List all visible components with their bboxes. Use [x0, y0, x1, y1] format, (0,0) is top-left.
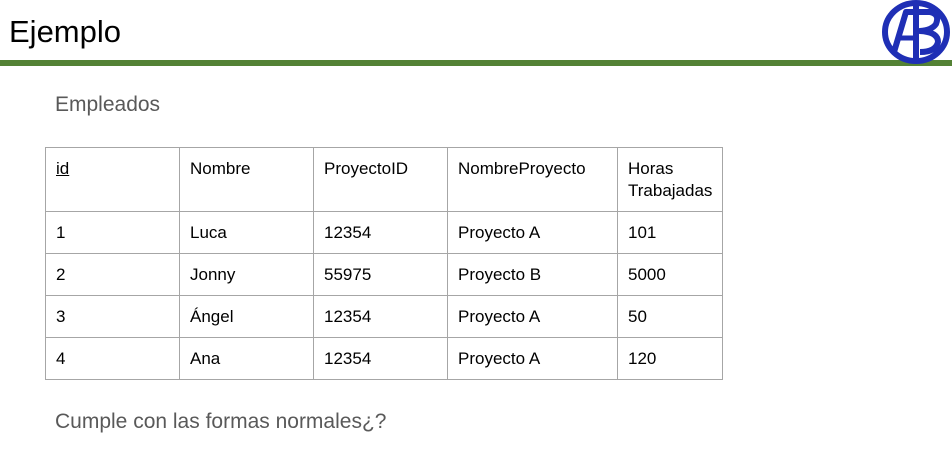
cell-proyectoid: 12354: [313, 295, 448, 338]
header-nombre: Nombre: [179, 147, 314, 212]
cell-nombreproyecto: Proyecto A: [447, 211, 618, 254]
table-row: 1 Luca 12354 Proyecto A 101: [45, 211, 724, 254]
cell-nombre: Luca: [179, 211, 314, 254]
cell-horas: 5000: [616, 253, 724, 296]
header-id-label: id: [56, 159, 70, 178]
cell-id: 2: [45, 253, 180, 296]
section-heading: Empleados: [55, 93, 161, 116]
cell-nombre: Ana: [179, 337, 314, 380]
cell-nombreproyecto: Proyecto A: [447, 337, 618, 380]
cell-horas: 101: [616, 211, 724, 254]
employees-table: id Nombre ProyectoID NombreProyecto Hora…: [45, 147, 724, 380]
table-row: 3 Ángel 12354 Proyecto A 50: [45, 295, 724, 338]
cell-nombre: Jonny: [179, 253, 314, 296]
cell-proyectoid: 12354: [313, 337, 448, 380]
employees-table-wrap: id Nombre ProyectoID NombreProyecto Hora…: [45, 147, 724, 380]
title-divider-bar: [0, 60, 952, 66]
cell-id: 1: [45, 211, 180, 254]
cell-proyectoid: 55975: [313, 253, 448, 296]
header-id: id: [45, 147, 180, 212]
cell-id: 3: [45, 295, 180, 338]
cell-id: 4: [45, 337, 180, 380]
cell-nombre: Ángel: [179, 295, 314, 338]
title-divider: [0, 60, 952, 66]
table-header-row: id Nombre ProyectoID NombreProyecto Hora…: [45, 147, 724, 212]
table-row: 2 Jonny 55975 Proyecto B 5000: [45, 253, 724, 296]
logo-letter-b: [917, 9, 941, 55]
slide-title: Ejemplo: [9, 14, 121, 49]
cell-nombreproyecto: Proyecto B: [447, 253, 618, 296]
cell-proyectoid: 12354: [313, 211, 448, 254]
school-logo-icon: [882, 0, 950, 64]
cell-horas: 120: [616, 337, 724, 380]
header-proyectoid: ProyectoID: [313, 147, 448, 212]
normal-forms-question: Cumple con las formas normales¿?: [55, 410, 387, 433]
logo-letter-a: [891, 9, 914, 53]
table-row: 4 Ana 12354 Proyecto A 120: [45, 337, 724, 380]
header-horas-trabajadas: Horas Trabajadas: [616, 147, 724, 212]
cell-horas: 50: [616, 295, 724, 338]
header-nombreproyecto: NombreProyecto: [447, 147, 618, 212]
cell-nombreproyecto: Proyecto A: [447, 295, 618, 338]
